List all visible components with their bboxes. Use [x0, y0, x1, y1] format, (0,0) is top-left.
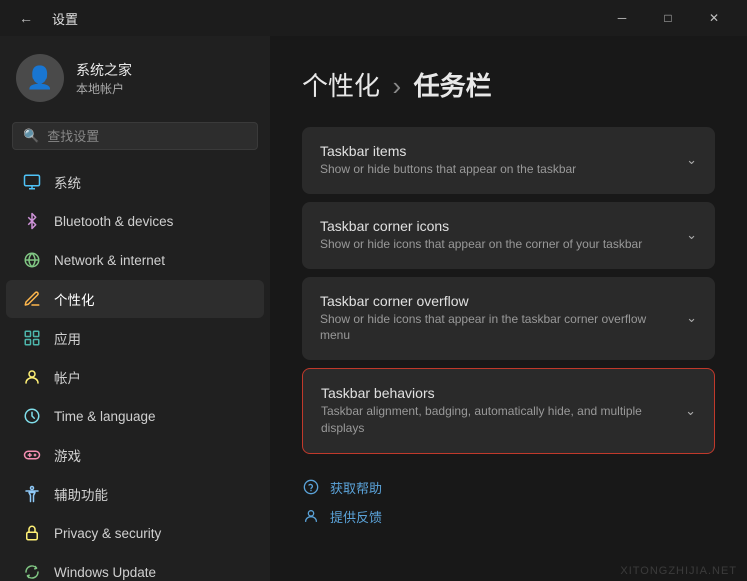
- maximize-button[interactable]: □: [645, 2, 691, 34]
- title-bar-controls: ─ □ ✕: [599, 2, 737, 34]
- gaming-icon: [22, 445, 42, 465]
- search-input[interactable]: [47, 129, 247, 144]
- close-button[interactable]: ✕: [691, 2, 737, 34]
- main-layout: 👤 系统之家 本地帐户 🔍 系统 Bluetooth & devices Net…: [0, 36, 747, 581]
- user-profile[interactable]: 👤 系统之家 本地帐户: [0, 44, 270, 118]
- settings-card-title: Taskbar corner icons: [320, 218, 642, 234]
- settings-card-title: Taskbar items: [320, 143, 576, 159]
- breadcrumb-parent: 个性化: [302, 71, 380, 101]
- settings-card-desc: Taskbar alignment, badging, automaticall…: [321, 403, 673, 437]
- sidebar-item-label: 系统: [54, 172, 81, 192]
- search-icon: 🔍: [23, 128, 39, 144]
- breadcrumb-current: 任务栏: [414, 71, 492, 101]
- sidebar-item-label: 辅助功能: [54, 484, 108, 504]
- sidebar-item-update[interactable]: Windows Update: [6, 553, 264, 581]
- footer-link-help[interactable]: 获取帮助: [302, 478, 715, 497]
- settings-cards: Taskbar items Show or hide buttons that …: [302, 127, 715, 454]
- sidebar-item-bluetooth[interactable]: Bluetooth & devices: [6, 202, 264, 240]
- chevron-down-icon: ⌄: [686, 227, 697, 243]
- sidebar-item-time[interactable]: Time & language: [6, 397, 264, 435]
- sidebar-item-label: 应用: [54, 328, 81, 348]
- sidebar-item-network[interactable]: Network & internet: [6, 241, 264, 279]
- sidebar-item-label: Bluetooth & devices: [54, 214, 173, 229]
- sidebar-item-label: Windows Update: [54, 565, 156, 580]
- settings-card-taskbar-items: Taskbar items Show or hide buttons that …: [302, 127, 715, 194]
- settings-card-taskbar-corner-overflow: Taskbar corner overflow Show or hide ico…: [302, 277, 715, 361]
- feedback-icon: [302, 507, 320, 525]
- chevron-down-icon: ⌄: [686, 152, 697, 168]
- search-box[interactable]: 🔍: [12, 122, 258, 150]
- settings-card-row-taskbar-corner-icons[interactable]: Taskbar corner icons Show or hide icons …: [302, 202, 715, 269]
- settings-card-row-taskbar-behaviors[interactable]: Taskbar behaviors Taskbar alignment, bad…: [303, 369, 714, 453]
- settings-card-row-taskbar-corner-overflow[interactable]: Taskbar corner overflow Show or hide ico…: [302, 277, 715, 361]
- sidebar-item-label: Privacy & security: [54, 526, 161, 541]
- app-title: 设置: [52, 9, 78, 28]
- content-area: 个性化 › 任务栏 Taskbar items Show or hide but…: [270, 36, 747, 581]
- settings-card-desc: Show or hide icons that appear in the ta…: [320, 311, 674, 345]
- sidebar-item-privacy[interactable]: Privacy & security: [6, 514, 264, 552]
- sidebar-item-label: Time & language: [54, 409, 156, 424]
- sidebar-item-accessibility[interactable]: 辅助功能: [6, 475, 264, 513]
- sidebar-item-accounts[interactable]: 帐户: [6, 358, 264, 396]
- settings-card-text: Taskbar behaviors Taskbar alignment, bad…: [321, 385, 673, 437]
- privacy-icon: [22, 523, 42, 543]
- title-bar-left: ← 设置: [10, 2, 78, 34]
- sidebar-item-gaming[interactable]: 游戏: [6, 436, 264, 474]
- settings-card-text: Taskbar items Show or hide buttons that …: [320, 143, 576, 178]
- settings-card-title: Taskbar behaviors: [321, 385, 673, 401]
- accessibility-icon: [22, 484, 42, 504]
- system-icon: [22, 172, 42, 192]
- minimize-button[interactable]: ─: [599, 2, 645, 34]
- footer-link-label: 获取帮助: [330, 478, 382, 497]
- personalize-icon: [22, 289, 42, 309]
- user-info: 系统之家 本地帐户: [76, 60, 132, 97]
- settings-card-text: Taskbar corner overflow Show or hide ico…: [320, 293, 674, 345]
- sidebar-item-label: 个性化: [54, 289, 95, 309]
- settings-card-desc: Show or hide buttons that appear on the …: [320, 161, 576, 178]
- bluetooth-icon: [22, 211, 42, 231]
- sidebar: 👤 系统之家 本地帐户 🔍 系统 Bluetooth & devices Net…: [0, 36, 270, 581]
- accounts-icon: [22, 367, 42, 387]
- settings-card-taskbar-corner-icons: Taskbar corner icons Show or hide icons …: [302, 202, 715, 269]
- network-icon: [22, 250, 42, 270]
- sidebar-item-label: 帐户: [54, 367, 81, 387]
- user-account-type: 本地帐户: [76, 80, 132, 97]
- time-icon: [22, 406, 42, 426]
- nav-list: 系统 Bluetooth & devices Network & interne…: [0, 162, 270, 581]
- footer-link-feedback[interactable]: 提供反馈: [302, 507, 715, 526]
- sidebar-item-label: Network & internet: [54, 253, 165, 268]
- sidebar-item-system[interactable]: 系统: [6, 163, 264, 201]
- sidebar-item-personalize[interactable]: 个性化: [6, 280, 264, 318]
- back-button[interactable]: ←: [10, 2, 42, 34]
- watermark: XITONGZHIJIA.NET: [620, 565, 737, 577]
- page-heading: 个性化 › 任务栏: [302, 66, 715, 103]
- title-bar: ← 设置 ─ □ ✕: [0, 0, 747, 36]
- apps-icon: [22, 328, 42, 348]
- chevron-down-icon: ⌄: [686, 310, 697, 326]
- breadcrumb-separator: ›: [392, 71, 401, 101]
- sidebar-item-label: 游戏: [54, 445, 81, 465]
- sidebar-item-apps[interactable]: 应用: [6, 319, 264, 357]
- footer-links: 获取帮助 提供反馈: [302, 478, 715, 526]
- update-icon: [22, 562, 42, 581]
- settings-card-title: Taskbar corner overflow: [320, 293, 674, 309]
- settings-card-desc: Show or hide icons that appear on the co…: [320, 236, 642, 253]
- settings-card-text: Taskbar corner icons Show or hide icons …: [320, 218, 642, 253]
- settings-card-row-taskbar-items[interactable]: Taskbar items Show or hide buttons that …: [302, 127, 715, 194]
- settings-card-taskbar-behaviors: Taskbar behaviors Taskbar alignment, bad…: [302, 368, 715, 454]
- user-name: 系统之家: [76, 60, 132, 80]
- chevron-down-icon: ⌄: [685, 403, 696, 419]
- help-icon: [302, 478, 320, 496]
- footer-link-label: 提供反馈: [330, 507, 382, 526]
- avatar: 👤: [16, 54, 64, 102]
